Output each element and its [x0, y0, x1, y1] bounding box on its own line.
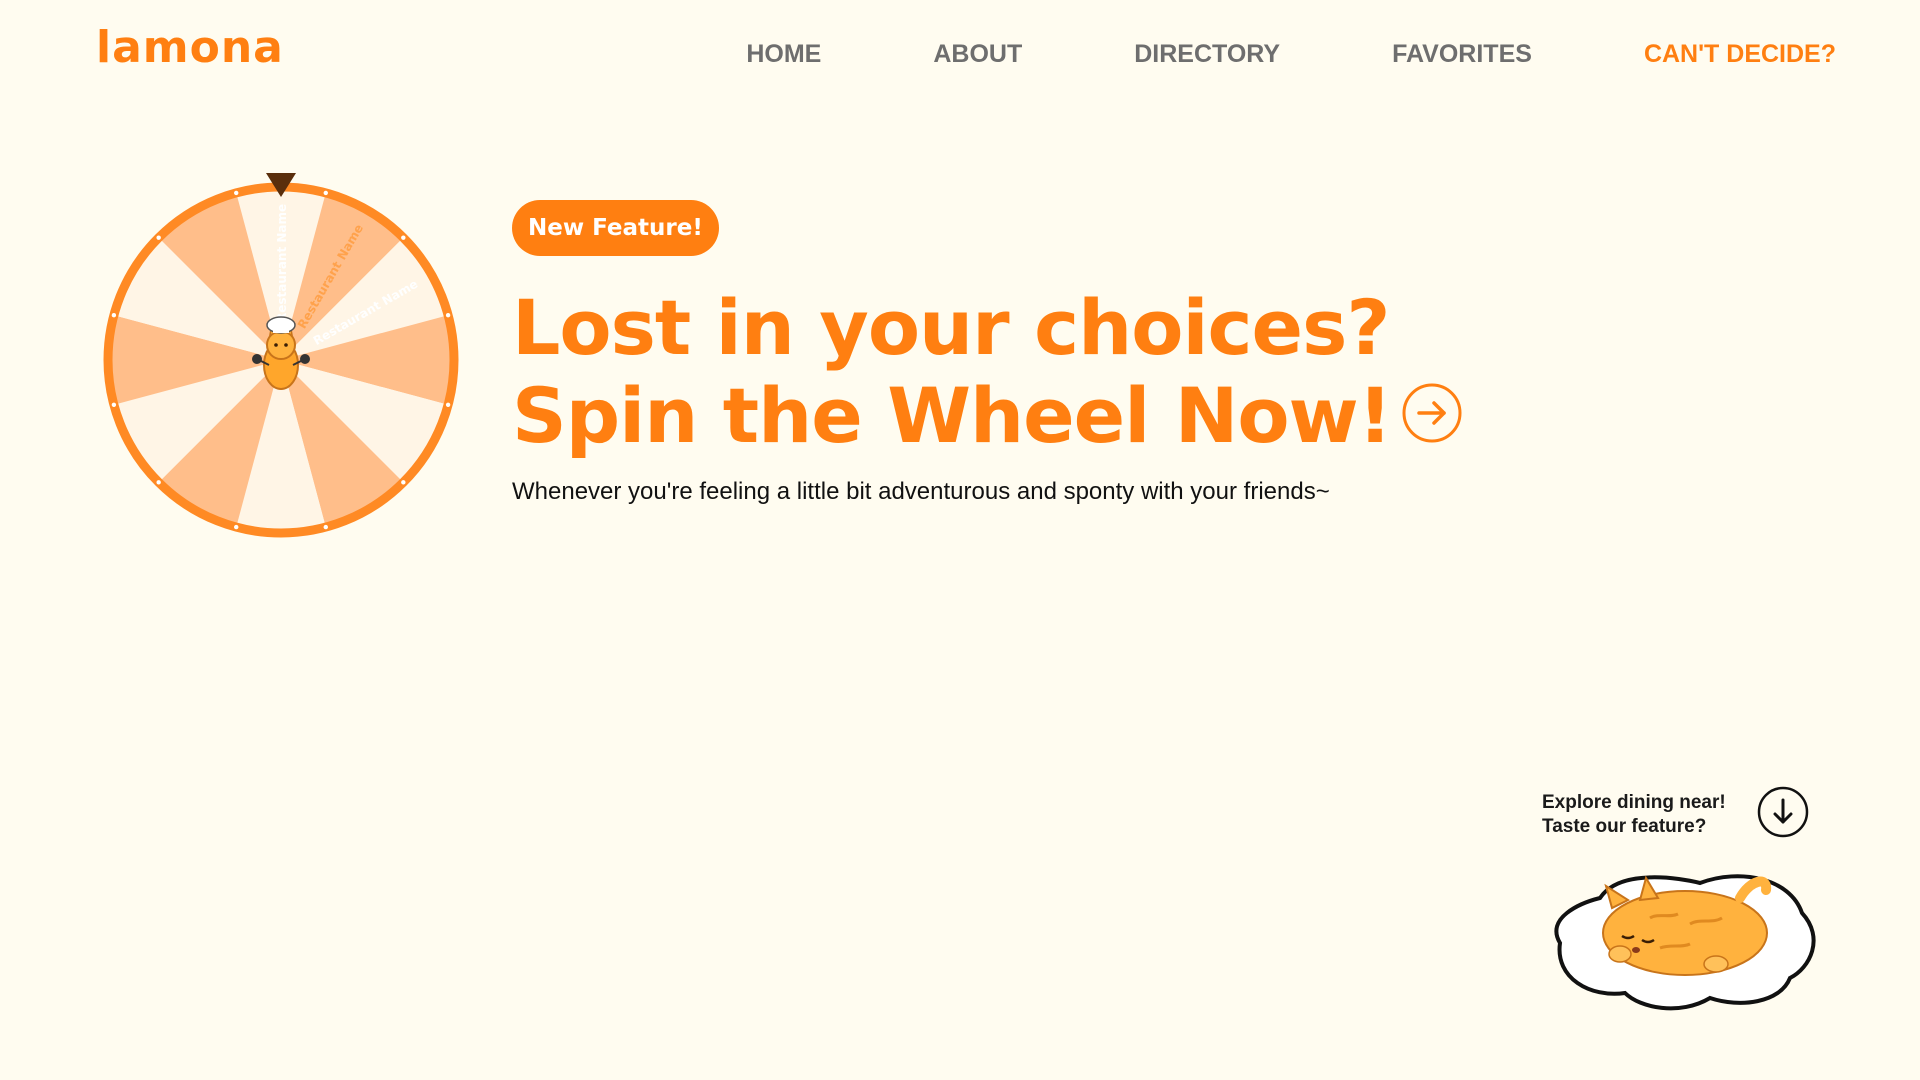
wheel-rim-dot — [323, 524, 328, 530]
wheel-rim-dot — [111, 402, 117, 407]
wheel-rim-dot — [445, 313, 451, 318]
nav-cant-decide[interactable]: CAN'T DECIDE? — [1644, 40, 1836, 69]
nav-directory[interactable]: DIRECTORY — [1134, 40, 1280, 69]
wheel-rim-dot — [323, 190, 328, 196]
wheel-segment-label: Restaurant Name — [275, 204, 289, 322]
new-feature-badge: New Feature! — [512, 200, 719, 256]
wheel-rim-dot — [156, 480, 161, 485]
wheel-rim-dot — [156, 235, 161, 240]
explore-line-1: Explore dining near! — [1542, 792, 1726, 813]
wheel-rim-dot — [234, 524, 239, 530]
nav-favorites[interactable]: FAVORITES — [1392, 40, 1532, 69]
top-navigation: lamona HOME ABOUT DIRECTORY FAVORITES CA… — [0, 0, 1920, 110]
spin-wheel-graphic[interactable]: Restaurant Name Restaurant NameRestaurant… — [100, 165, 470, 545]
nav-links: HOME ABOUT DIRECTORY FAVORITES CAN'T DEC… — [746, 40, 1836, 69]
hero-headline: Lost in your choices? Spin the Wheel Now… — [512, 284, 1562, 460]
nav-about[interactable]: ABOUT — [933, 40, 1022, 69]
arrow-down-circle-icon[interactable] — [1756, 785, 1810, 839]
wheel-rim-dot — [111, 313, 117, 318]
hero-section: New Feature! Lost in your choices? Spin … — [512, 200, 1562, 530]
headline-line-2: Spin the Wheel Now! — [512, 372, 1562, 460]
nav-home[interactable]: HOME — [746, 40, 821, 69]
wheel-rim-dot — [401, 480, 406, 485]
wheel-rim-dot — [445, 402, 451, 407]
hero-subtitle: Whenever you're feeling a little bit adv… — [512, 478, 1330, 505]
logo[interactable]: lamona — [96, 22, 284, 73]
explore-text: Explore dining near! Taste our feature? — [1542, 791, 1726, 839]
headline-line-1: Lost in your choices? — [512, 283, 1390, 372]
wheel-rim-dot — [234, 190, 239, 196]
spin-wheel[interactable]: Restaurant Name Restaurant Name Restaurant… — [100, 165, 470, 545]
arrow-right-circle-icon[interactable] — [1401, 382, 1463, 444]
explore-line-2: Taste our feature? — [1542, 816, 1707, 837]
wheel-rim-dot — [401, 235, 406, 240]
sleeping-cat-on-egg-icon — [1554, 874, 1816, 1011]
headline-line-2-text: Spin the Wheel Now! — [512, 371, 1392, 460]
